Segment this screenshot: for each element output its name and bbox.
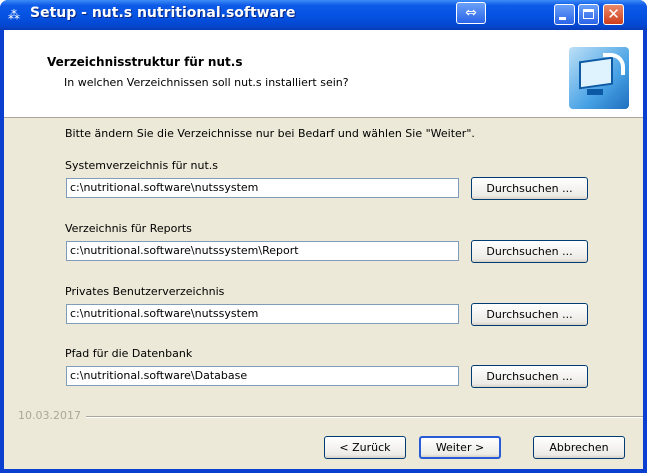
footer-divider [66,416,643,418]
close-icon: ✕ [607,5,620,23]
wizard-client-area: Verzeichnisstruktur für nut.s In welchen… [4,30,643,469]
database-path-input[interactable]: c:\nutritional.software\Database [66,366,459,386]
window-title: Setup - nut.s nutritional.software [30,5,296,21]
user-dir-input[interactable]: c:\nutritional.software\nutssystem [66,304,459,324]
system-dir-input[interactable]: c:\nutritional.software\nutssystem [66,178,459,198]
setup-window: ⁂ Setup - nut.s nutritional.software ⇔ ✕… [0,0,647,473]
cancel-button[interactable]: Abbrechen [533,436,625,459]
minimize-button[interactable] [554,4,575,25]
reports-dir-label: Verzeichnis für Reports [65,222,192,235]
resize-toggle-button[interactable]: ⇔ [456,2,486,24]
user-dir-label: Privates Benutzerverzeichnis [65,285,225,298]
maximize-button[interactable] [578,4,599,25]
page-subtitle: In welchen Verzeichnissen soll nut.s ins… [64,76,349,89]
system-dir-label: Systemverzeichnis für nut.s [65,159,219,172]
next-button[interactable]: Weiter > [419,436,501,459]
browse-user-dir-button[interactable]: Durchsuchen ... [471,303,588,326]
close-button[interactable]: ✕ [603,4,624,25]
setup-app-icon: ⁂ [8,8,20,22]
page-title: Verzeichnisstruktur für nut.s [47,55,243,69]
computer-install-icon [569,47,629,109]
instruction-text: Bitte ändern Sie die Verzeichnisse nur b… [65,127,475,140]
browse-reports-dir-button[interactable]: Durchsuchen ... [471,240,588,263]
reports-dir-input[interactable]: c:\nutritional.software\nutssystem\Repor… [66,241,459,261]
browse-database-path-button[interactable]: Durchsuchen ... [471,365,588,388]
back-button[interactable]: < Zurück [324,436,406,459]
database-path-label: Pfad für die Datenbank [65,347,193,360]
title-bar[interactable]: ⁂ Setup - nut.s nutritional.software ⇔ ✕ [0,0,647,30]
version-date: 10.03.2017 [18,409,86,422]
wizard-header: Verzeichnisstruktur für nut.s In welchen… [4,30,643,118]
browse-system-dir-button[interactable]: Durchsuchen ... [471,177,588,200]
